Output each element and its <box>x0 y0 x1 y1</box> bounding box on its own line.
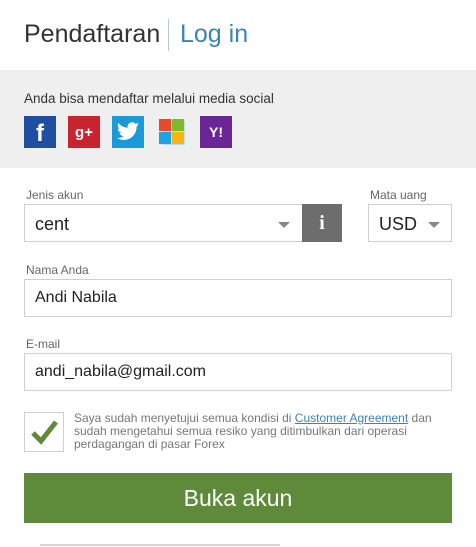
tab-divider <box>168 19 169 51</box>
checkmark-icon <box>31 420 58 445</box>
info-icon[interactable]: i <box>302 204 342 242</box>
yahoo-icon[interactable]: Y! <box>200 116 232 148</box>
microsoft-icon[interactable] <box>156 116 188 148</box>
customer-agreement-link[interactable]: Customer Agreement <box>295 411 408 425</box>
email-field[interactable]: andi_nabila@gmail.com <box>24 353 452 391</box>
social-signup-panel: Anda bisa mendaftar melalui media social… <box>0 70 476 168</box>
google-plus-icon[interactable]: g+ <box>68 116 100 148</box>
chevron-down-icon <box>278 222 290 228</box>
divider <box>40 544 280 546</box>
tab-register[interactable]: Pendaftaran <box>24 20 160 49</box>
name-label: Nama Anda <box>26 263 89 277</box>
currency-select[interactable]: USD <box>368 204 452 242</box>
agreement-checkbox[interactable] <box>24 412 64 452</box>
chevron-down-icon <box>428 222 440 228</box>
tab-login[interactable]: Log in <box>180 20 248 49</box>
facebook-icon[interactable]: f <box>24 116 56 148</box>
account-type-select[interactable]: cent <box>24 204 304 242</box>
account-type-value: cent <box>35 214 70 234</box>
twitter-icon[interactable] <box>112 116 144 148</box>
account-type-label: Jenis akun <box>26 188 84 202</box>
currency-value: USD <box>379 214 418 234</box>
social-signup-prompt: Anda bisa mendaftar melalui media social <box>24 91 274 106</box>
agreement-text: Saya sudah menyetujui semua kondisi di C… <box>74 411 432 451</box>
currency-label: Mata uang <box>370 188 427 202</box>
open-account-button[interactable]: Buka akun <box>24 473 452 523</box>
name-field[interactable]: Andi Nabila <box>24 279 452 317</box>
email-label: E-mail <box>26 337 61 351</box>
social-icons-row: f g+ Y! <box>24 116 232 148</box>
auth-header: Pendaftaran Log in <box>0 0 476 70</box>
